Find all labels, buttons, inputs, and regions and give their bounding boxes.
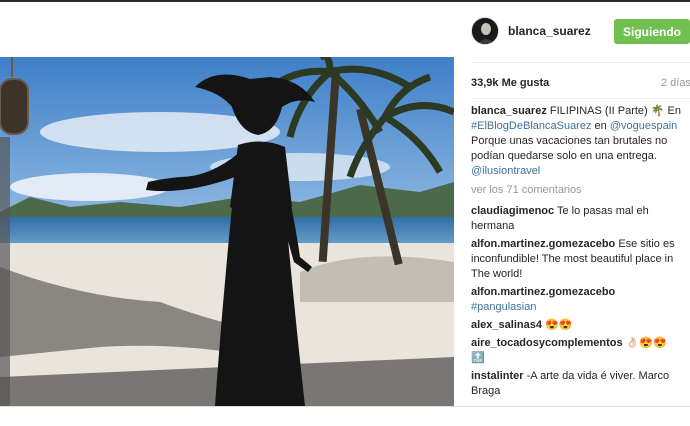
- profile-avatar[interactable]: [471, 17, 499, 45]
- view-all-comments-link[interactable]: ver los 71 comentarios: [471, 183, 683, 198]
- caption-hashtag[interactable]: #ElBlogDeBlancaSuarez: [471, 120, 591, 132]
- comment-username[interactable]: claudiagimenoc: [471, 205, 554, 217]
- comment-text: 😍😍: [545, 319, 573, 331]
- caption-mention[interactable]: @voguespain: [610, 120, 677, 132]
- comment-username[interactable]: alfon.martinez.gomezacebo: [471, 238, 615, 250]
- comment-username[interactable]: instalinter: [471, 370, 524, 382]
- comment-hashtag[interactable]: #pangulasian: [471, 301, 536, 313]
- caption-text: En: [667, 105, 681, 117]
- post-photo[interactable]: [0, 57, 454, 406]
- caption-text: Porque unas vacaciones tan brutales no p…: [471, 135, 668, 162]
- post-header: blanca_suarez Siguiendo: [454, 0, 690, 62]
- caption-username[interactable]: blanca_suarez: [471, 105, 547, 117]
- post-sidebar: blanca_suarez Siguiendo 33,9k Me gusta 2…: [454, 0, 690, 426]
- caption: blanca_suarez FILIPINAS (II Parte) 🌴 En …: [471, 104, 683, 179]
- comment-item: alex_salinas4 😍😍: [471, 318, 683, 333]
- comment-item: claudiagimenoc Te lo pasas mal eh herman…: [471, 204, 683, 234]
- caption-text: en: [594, 120, 607, 132]
- comment-item: alfon.martinez.gomezacebo Ese sitio es i…: [471, 237, 683, 282]
- comment-username[interactable]: aire_tocadosycomplementos: [471, 337, 623, 349]
- palm-tree-icon: 🌴: [650, 105, 665, 117]
- likes-divider: [471, 98, 690, 99]
- caption-mention[interactable]: @ilusiontravel: [471, 165, 540, 177]
- likes-count[interactable]: 33,9k Me gusta: [471, 77, 549, 89]
- following-button[interactable]: Siguiendo: [614, 19, 690, 44]
- comment-item: instalinter -A arte da vida é viver. Mar…: [471, 369, 683, 399]
- comment-username[interactable]: alfon.martinez.gomezacebo: [471, 286, 615, 298]
- post-time[interactable]: 2 días: [661, 77, 690, 89]
- comment-item: aire_tocadosycomplementos 👌🏻😍😍 🔝: [471, 336, 683, 366]
- comments-section: blanca_suarez FILIPINAS (II Parte) 🌴 En …: [471, 104, 683, 402]
- post-username[interactable]: blanca_suarez: [508, 24, 591, 38]
- comment-item: alfon.martinez.gomezacebo #pangulasian: [471, 285, 683, 315]
- comment-username[interactable]: alex_salinas4: [471, 319, 542, 331]
- caption-text: FILIPINAS (II Parte): [549, 105, 648, 117]
- header-divider: [471, 62, 690, 63]
